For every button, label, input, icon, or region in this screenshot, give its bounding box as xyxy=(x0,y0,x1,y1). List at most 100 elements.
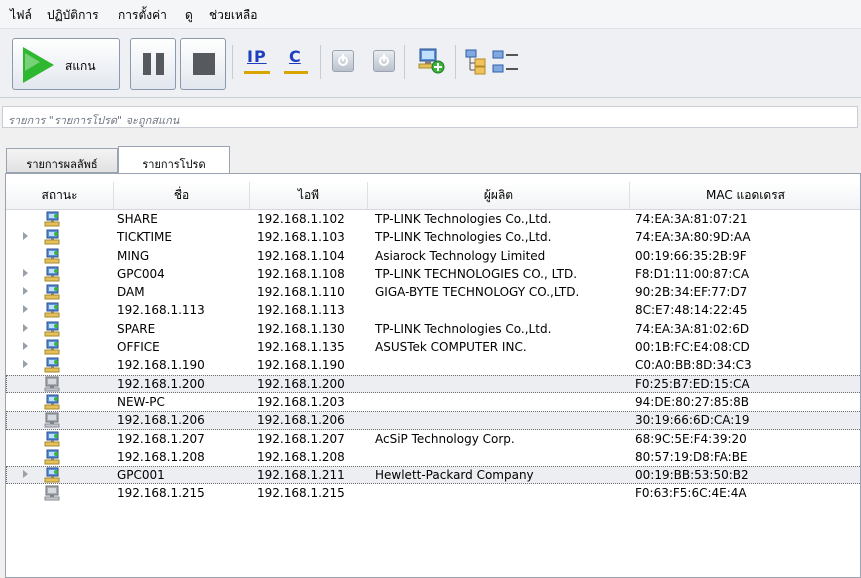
table-row[interactable]: 192.168.1.206 192.168.1.206 30:19:66:6D:CA… xyxy=(6,411,860,430)
table-row[interactable]: 192.168.1.207 192.168.1.207 AcSiP Technolo… xyxy=(6,430,860,448)
tab-favorites[interactable]: รายการโปรด xyxy=(118,146,230,174)
favorites-table: สถานะ ชื่อ ไอพี ผู้ผลิต MAC แอดเดรส SHAR… xyxy=(5,173,861,578)
ip-range-button[interactable]: IP xyxy=(243,47,273,75)
scan-button[interactable]: สแกน xyxy=(12,38,120,90)
expand-arrow-icon[interactable] xyxy=(23,342,28,351)
cell-vendor: GIGA-BYTE TECHNOLOGY CO.,LTD. xyxy=(375,285,580,300)
cell-name: 192.168.1.113 xyxy=(117,303,205,318)
table-row[interactable]: OFFICE 192.168.1.135 ASUSTek COMPUTER INC.… xyxy=(6,338,860,356)
column-header-name[interactable]: ชื่อ xyxy=(114,182,250,209)
cell-ip: 192.168.1.113 xyxy=(257,303,345,318)
network-device-icon xyxy=(44,229,60,245)
menu-bar: ไฟล์ ปฏิบัติการ การตั้งค่า ดู ช่วยเหลือ xyxy=(0,0,861,29)
table-header: สถานะ ชื่อ ไอพี ผู้ผลิต MAC แอดเดรส xyxy=(6,182,860,210)
cell-mac: F8:D1:11:00:87:CA xyxy=(635,266,750,281)
stop-button[interactable] xyxy=(180,38,226,90)
cell-vendor: Hewlett-Packard Company xyxy=(375,468,534,483)
cell-mac: 00:19:BB:53:50:B2 xyxy=(635,468,749,483)
cell-ip: 192.168.1.207 xyxy=(257,431,345,446)
cell-name: 192.168.1.207 xyxy=(117,431,205,446)
table-row[interactable]: 192.168.1.113 192.168.1.113 8C:E7:48:14:22… xyxy=(6,301,860,319)
table-row[interactable]: 192.168.1.208 192.168.1.208 80:57:19:D8:FA… xyxy=(6,448,860,466)
scan-info-text: รายการ "รายการโปรด" จะถูกสแกน xyxy=(8,114,180,127)
column-header-ip[interactable]: ไอพี xyxy=(250,182,368,209)
cell-ip: 192.168.1.190 xyxy=(257,358,345,373)
power-off-button[interactable] xyxy=(373,50,395,72)
column-header-status[interactable]: สถานะ xyxy=(6,182,114,209)
cell-ip: 192.168.1.200 xyxy=(257,376,345,391)
cell-name: NEW-PC xyxy=(117,394,165,409)
table-row[interactable]: MING 192.168.1.104 Asiarock Technology Lim… xyxy=(6,247,860,265)
menu-view[interactable]: ดู xyxy=(185,6,193,25)
table-row[interactable]: SPARE 192.168.1.130 TP-LINK Technologies C… xyxy=(6,320,860,338)
column-header-mac[interactable]: MAC แอดเดรส xyxy=(630,182,860,209)
cell-ip: 192.168.1.102 xyxy=(257,212,345,226)
table-row[interactable]: NEW-PC 192.168.1.203 94:DE:80:27:85:8B xyxy=(6,393,860,411)
menu-file[interactable]: ไฟล์ xyxy=(10,6,32,25)
toolbar: สแกน IP C xyxy=(0,29,861,98)
table-row[interactable]: TICKTIME 192.168.1.103 TP-LINK Technologie… xyxy=(6,228,860,246)
network-device-icon xyxy=(44,248,60,264)
network-device-icon xyxy=(44,284,60,300)
network-device-icon xyxy=(44,431,60,447)
menu-actions[interactable]: ปฏิบัติการ xyxy=(47,6,99,25)
expand-arrow-icon[interactable] xyxy=(23,305,28,314)
collapse-all-icon[interactable] xyxy=(492,49,520,75)
cell-name: 192.168.1.208 xyxy=(117,449,205,464)
expand-arrow-icon[interactable] xyxy=(23,470,28,479)
cell-vendor: TP-LINK Technologies Co.,Ltd. xyxy=(375,230,552,245)
table-row[interactable]: 192.168.1.200 192.168.1.200 F0:25:B7:ED:15… xyxy=(6,374,860,393)
cell-name: 192.168.1.190 xyxy=(117,358,205,373)
cell-name: TICKTIME xyxy=(117,230,172,245)
expand-arrow-icon[interactable] xyxy=(23,287,28,296)
cell-name: SHARE xyxy=(117,212,158,226)
cell-ip: 192.168.1.203 xyxy=(257,394,345,409)
table-row[interactable]: GPC004 192.168.1.108 TP-LINK TECHNOLOGIES … xyxy=(6,265,860,283)
stop-icon xyxy=(193,53,215,75)
expand-arrow-icon[interactable] xyxy=(23,360,28,369)
tab-results-list[interactable]: รายการผลลัพธ์ xyxy=(6,148,118,173)
tab-label: รายการโปรด xyxy=(142,158,206,171)
pause-icon xyxy=(143,53,151,75)
expand-arrow-icon[interactable] xyxy=(23,268,28,277)
cell-mac: 94:DE:80:27:85:8B xyxy=(635,394,749,409)
cell-mac: F0:25:B7:ED:15:CA xyxy=(635,376,750,391)
class-c-button[interactable]: C xyxy=(283,47,309,75)
cell-mac: 30:19:66:6D:CA:19 xyxy=(635,413,750,428)
menu-settings[interactable]: การตั้งค่า xyxy=(118,6,167,25)
table-row[interactable]: DAM 192.168.1.110 GIGA-BYTE TECHNOLOGY CO.… xyxy=(6,283,860,301)
cell-name: SPARE xyxy=(117,321,156,336)
expand-all-icon[interactable] xyxy=(465,49,487,75)
add-computer-icon[interactable] xyxy=(417,47,445,75)
cell-name: GPC001 xyxy=(117,468,165,483)
network-device-icon xyxy=(44,211,60,227)
power-on-button[interactable] xyxy=(332,50,354,72)
cell-ip: 192.168.1.211 xyxy=(257,468,345,483)
network-device-icon xyxy=(44,357,60,373)
cell-ip: 192.168.1.103 xyxy=(257,230,345,245)
cell-ip: 192.168.1.206 xyxy=(257,413,345,428)
pause-button[interactable] xyxy=(130,38,176,90)
cell-name: 192.168.1.200 xyxy=(117,376,205,391)
cell-mac: 74:EA:3A:81:07:21 xyxy=(635,212,748,226)
cell-mac: 90:2B:34:EF:77:D7 xyxy=(635,285,748,300)
cell-mac: C0:A0:BB:8D:34:C3 xyxy=(635,358,752,373)
expand-arrow-icon[interactable] xyxy=(23,232,28,241)
ip-icon: IP xyxy=(247,47,267,66)
cell-ip: 192.168.1.208 xyxy=(257,449,345,464)
table-row[interactable]: SHARE 192.168.1.102 TP-LINK Technologies C… xyxy=(6,210,860,228)
cell-ip: 192.168.1.110 xyxy=(257,285,345,300)
cell-mac: 8C:E7:48:14:22:45 xyxy=(635,303,748,318)
offline-device-icon xyxy=(44,485,60,501)
cell-name: DAM xyxy=(117,285,145,300)
cell-vendor: AcSiP Technology Corp. xyxy=(375,431,515,446)
cell-vendor: TP-LINK TECHNOLOGIES CO., LTD. xyxy=(375,266,578,281)
table-row[interactable]: 192.168.1.215 192.168.1.215 F0:63:F5:6C:4E… xyxy=(6,484,860,502)
table-row[interactable]: 192.168.1.190 192.168.1.190 C0:A0:BB:8D:34… xyxy=(6,356,860,374)
cell-mac: 00:19:66:35:2B:9F xyxy=(635,248,747,263)
c-icon: C xyxy=(289,47,301,66)
column-header-vendor[interactable]: ผู้ผลิต xyxy=(368,182,630,209)
expand-arrow-icon[interactable] xyxy=(23,323,28,332)
table-row[interactable]: GPC001 192.168.1.211 Hewlett-Packard Compa… xyxy=(6,466,860,485)
menu-help[interactable]: ช่วยเหลือ xyxy=(209,6,258,25)
